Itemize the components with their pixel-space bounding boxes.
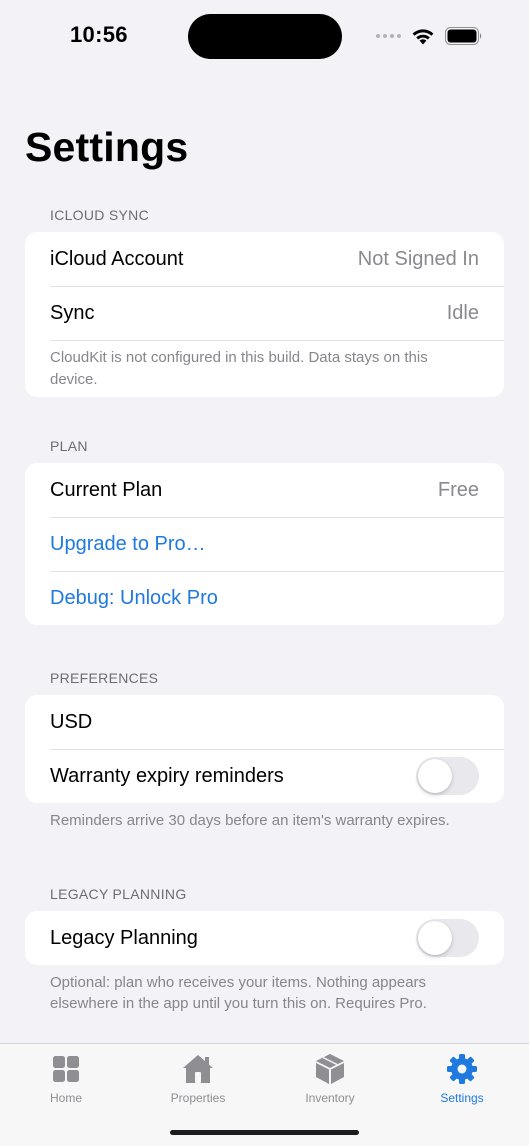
box-icon <box>313 1052 347 1086</box>
sync-row: Sync Idle <box>25 286 504 340</box>
plan-card: Current Plan Free Upgrade to Pro… Debug:… <box>25 463 504 625</box>
toggle-knob <box>418 921 452 955</box>
legacy-planning-card: Legacy Planning <box>25 911 504 965</box>
debug-unlock-pro-label: Debug: Unlock Pro <box>50 586 218 609</box>
warranty-reminders-toggle[interactable] <box>416 757 479 795</box>
tab-settings[interactable]: Settings <box>407 1052 517 1105</box>
warranty-reminders-label: Warranty expiry reminders <box>50 764 284 787</box>
status-time: 10:56 <box>70 22 128 47</box>
debug-unlock-pro-button[interactable]: Debug: Unlock Pro <box>25 571 504 625</box>
legacy-planning-label: Legacy Planning <box>50 926 198 949</box>
icloud-sync-note: CloudKit is not configured in this build… <box>25 340 504 397</box>
home-indicator <box>170 1130 359 1135</box>
icloud-sync-card: iCloud Account Not Signed In Sync Idle C… <box>25 232 504 397</box>
current-plan-row: Current Plan Free <box>25 463 504 517</box>
dynamic-island <box>188 14 342 59</box>
currency-row[interactable]: USD <box>25 695 504 749</box>
icloud-account-row[interactable]: iCloud Account Not Signed In <box>25 232 504 286</box>
section-header-legacy-planning: LEGACY PLANNING <box>50 886 187 902</box>
legacy-planning-toggle[interactable] <box>416 919 479 957</box>
wifi-icon <box>412 29 434 45</box>
tab-properties-label: Properties <box>170 1091 226 1105</box>
upgrade-to-pro-button[interactable]: Upgrade to Pro… <box>25 517 504 571</box>
status-bar: 10:56 <box>0 0 529 72</box>
upgrade-to-pro-label: Upgrade to Pro… <box>50 532 206 555</box>
icloud-account-label: iCloud Account <box>50 247 184 270</box>
sync-status-value: Idle <box>446 301 479 324</box>
page-title: Settings <box>25 124 189 170</box>
section-header-preferences: PREFERENCES <box>50 670 159 686</box>
current-plan-value: Free <box>437 478 479 501</box>
tab-inventory[interactable]: Inventory <box>275 1052 385 1105</box>
house-icon <box>181 1052 215 1086</box>
grid-icon <box>49 1052 83 1086</box>
preferences-card: USD Warranty expiry reminders <box>25 695 504 803</box>
currency-label: USD <box>50 710 93 733</box>
tab-settings-label: Settings <box>440 1091 484 1105</box>
tab-home-label: Home <box>49 1091 82 1105</box>
warranty-reminders-row: Warranty expiry reminders <box>25 749 504 803</box>
section-header-plan: PLAN <box>50 438 88 454</box>
gear-icon <box>445 1052 479 1086</box>
legacy-planning-footer-note: Optional: plan who receives your items. … <box>50 974 427 1012</box>
preferences-footer-note: Reminders arrive 30 days before an item'… <box>50 812 450 829</box>
section-header-icloud-sync: ICLOUD SYNC <box>50 207 149 223</box>
tab-properties[interactable]: Properties <box>143 1052 253 1105</box>
status-icons <box>376 24 483 48</box>
tab-inventory-label: Inventory <box>305 1091 355 1105</box>
icloud-account-value: Not Signed In <box>357 247 479 270</box>
toggle-knob <box>418 759 452 793</box>
tab-home[interactable]: Home <box>11 1052 121 1105</box>
battery-icon <box>445 27 482 45</box>
current-plan-label: Current Plan <box>50 478 163 501</box>
signal-dots-icon <box>376 34 401 38</box>
legacy-planning-row: Legacy Planning <box>25 911 504 965</box>
sync-label: Sync <box>50 301 95 324</box>
